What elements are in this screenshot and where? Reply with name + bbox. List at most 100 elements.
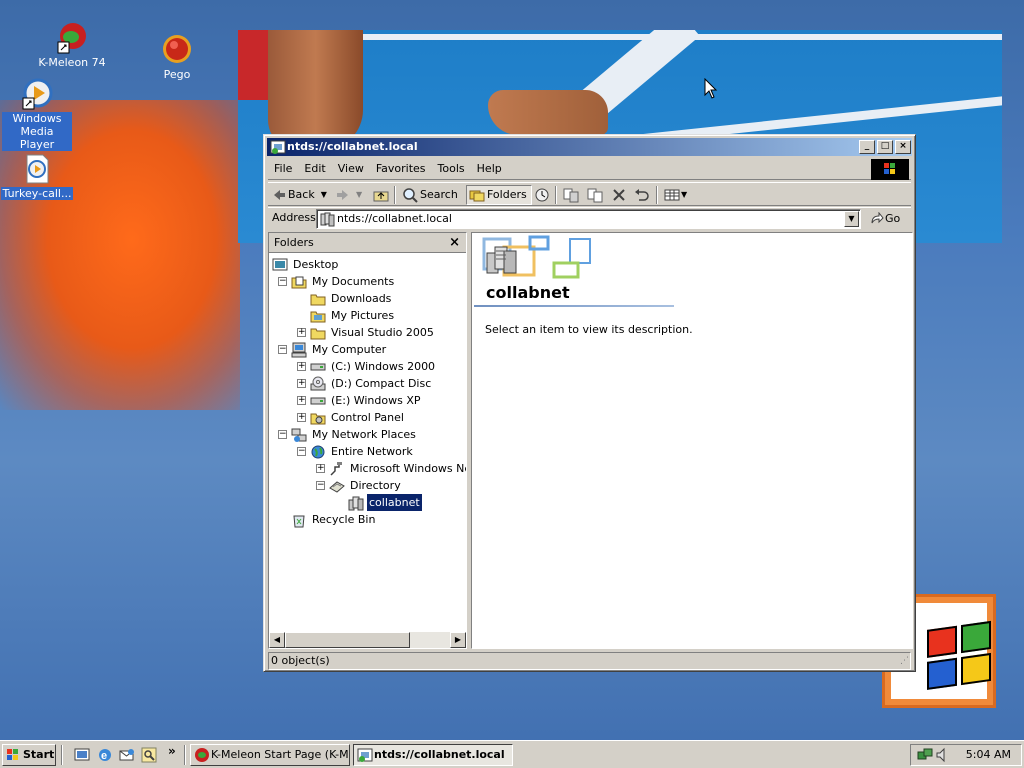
forward-dropdown-icon[interactable]: ▼ bbox=[356, 185, 362, 205]
scroll-left-button[interactable]: ◀ bbox=[269, 632, 285, 648]
folders-button[interactable]: Folders bbox=[466, 185, 532, 205]
tree-item-microsoft-windows-netw[interactable]: Microsoft Windows Netw bbox=[329, 460, 466, 477]
history-button[interactable] bbox=[534, 185, 550, 205]
scroll-right-button[interactable]: ▶ bbox=[450, 632, 466, 648]
tree-item-visual-studio-2005[interactable]: Visual Studio 2005 bbox=[310, 324, 436, 341]
search-quick-launch-icon[interactable] bbox=[141, 747, 157, 763]
task-button-k-meleon[interactable]: K-Meleon Start Page (K-M... bbox=[190, 744, 350, 766]
scroll-thumb[interactable] bbox=[285, 632, 410, 648]
collapse-icon[interactable]: − bbox=[297, 447, 306, 456]
address-bar: Address ntds://collabnet.local ▼ Go bbox=[268, 207, 911, 229]
window-app-icon bbox=[270, 139, 286, 155]
content-title-underline bbox=[474, 305, 674, 307]
desktop-icon-k-meleon[interactable]: K-Meleon 74 bbox=[34, 22, 110, 69]
desktop-icon-windows-media-player[interactable]: Windows Media Player bbox=[0, 78, 75, 151]
outlook-express-icon[interactable] bbox=[119, 747, 135, 763]
quick-launch-chevron[interactable]: » bbox=[168, 744, 176, 758]
up-folder-icon bbox=[373, 188, 389, 202]
expand-icon[interactable]: + bbox=[316, 464, 325, 473]
tree-item-d-compact-disc[interactable]: (D:) Compact Disc bbox=[310, 375, 433, 392]
views-dropdown-icon: ▼ bbox=[681, 190, 688, 199]
back-button[interactable]: Back ▼ bbox=[272, 185, 327, 205]
close-button[interactable]: × bbox=[895, 140, 911, 154]
tree-item-e-windows-xp[interactable]: (E:) Windows XP bbox=[310, 392, 423, 409]
search-button[interactable]: Search bbox=[402, 185, 458, 205]
show-desktop-icon[interactable] bbox=[74, 747, 90, 763]
taskbar-separator bbox=[184, 745, 186, 765]
copy-to-button[interactable] bbox=[587, 185, 603, 205]
pego-icon bbox=[161, 34, 193, 66]
address-value: ntds://collabnet.local bbox=[337, 212, 452, 225]
collapse-icon[interactable]: − bbox=[278, 430, 287, 439]
folders-pane-close-icon[interactable]: × bbox=[449, 233, 460, 253]
tree-item-my-network-places[interactable]: My Network Places bbox=[291, 426, 418, 443]
forward-button[interactable]: ▼ bbox=[336, 185, 362, 205]
maximize-button[interactable]: □ bbox=[877, 140, 893, 154]
tree-item-collabnet[interactable]: collabnet bbox=[348, 494, 422, 511]
expand-icon[interactable]: + bbox=[297, 379, 306, 388]
expand-icon[interactable]: + bbox=[297, 396, 306, 405]
minimize-button[interactable]: _ bbox=[859, 140, 875, 154]
move-to-icon bbox=[563, 187, 579, 203]
start-button[interactable]: Start bbox=[2, 744, 56, 766]
collapse-icon[interactable]: − bbox=[278, 277, 287, 286]
volume-tray-icon[interactable] bbox=[935, 747, 951, 763]
tree-item-entire-network[interactable]: Entire Network bbox=[310, 443, 415, 460]
tree-item-downloads[interactable]: Downloads bbox=[310, 290, 393, 307]
media-file-icon bbox=[21, 153, 53, 185]
desktop-icon-pego[interactable]: Pego bbox=[139, 34, 215, 81]
tree-item-my-pictures[interactable]: My Pictures bbox=[310, 307, 396, 324]
folder-tree: Desktop My Documents − Downloads My Pictures… bbox=[269, 254, 466, 631]
go-button[interactable]: Go bbox=[870, 209, 900, 229]
folders-label: Folders bbox=[487, 188, 527, 201]
folder-icon bbox=[310, 291, 326, 307]
system-tray: 5:04 AM bbox=[910, 744, 1022, 766]
svg-text:e: e bbox=[101, 750, 107, 762]
tree-item-c-windows-2000[interactable]: (C:) Windows 2000 bbox=[310, 358, 437, 375]
search-icon bbox=[402, 187, 418, 203]
desktop-icon-turkey-call[interactable]: Turkey-call... bbox=[0, 153, 75, 200]
window-title: ntds://collabnet.local bbox=[287, 140, 418, 153]
network-places-icon bbox=[291, 427, 307, 443]
network-tray-icon[interactable] bbox=[917, 747, 933, 763]
back-dropdown-icon[interactable]: ▼ bbox=[321, 185, 327, 205]
tree-item-control-panel[interactable]: Control Panel bbox=[310, 409, 406, 426]
views-button[interactable]: ▼ bbox=[664, 185, 687, 205]
tree-item-my-documents[interactable]: My Documents bbox=[291, 273, 396, 290]
tree-item-label: (D:) Compact Disc bbox=[331, 377, 432, 390]
menu-favorites[interactable]: Favorites bbox=[370, 158, 432, 180]
clock[interactable]: 5:04 AM bbox=[966, 745, 1011, 765]
expand-icon[interactable]: + bbox=[297, 413, 306, 422]
internet-explorer-icon[interactable]: e bbox=[97, 747, 113, 763]
content-pane: collabnet Select an item to view its des… bbox=[471, 232, 913, 649]
tree-item-directory[interactable]: Directory bbox=[329, 477, 403, 494]
menu-file[interactable]: File bbox=[268, 158, 298, 180]
resize-grip-icon[interactable]: ⋰ bbox=[900, 653, 909, 669]
menu-edit[interactable]: Edit bbox=[298, 158, 331, 180]
tree-item-my-computer[interactable]: My Computer bbox=[291, 341, 388, 358]
domain-large-icon bbox=[484, 241, 520, 277]
tree-item-desktop[interactable]: Desktop bbox=[272, 256, 340, 273]
horizontal-scrollbar[interactable]: ◀ ▶ bbox=[269, 632, 466, 648]
collapse-icon[interactable]: − bbox=[278, 345, 287, 354]
undo-button[interactable] bbox=[634, 185, 650, 205]
collapse-icon[interactable]: − bbox=[316, 481, 325, 490]
k-meleon-icon bbox=[56, 22, 88, 54]
my-computer-icon bbox=[291, 342, 307, 358]
menu-tools[interactable]: Tools bbox=[432, 158, 471, 180]
taskbar: Start e » K-Meleon Start Page (K-M... nt… bbox=[0, 740, 1024, 768]
tree-item-recycle-bin[interactable]: Recycle Bin bbox=[291, 511, 377, 528]
network-icon bbox=[329, 461, 345, 477]
menu-view[interactable]: View bbox=[332, 158, 370, 180]
up-folder-button[interactable] bbox=[373, 185, 389, 205]
expand-icon[interactable]: + bbox=[297, 362, 306, 371]
move-to-button[interactable] bbox=[563, 185, 579, 205]
title-bar[interactable]: ntds://collabnet.local _ □ × bbox=[267, 138, 912, 156]
expand-icon[interactable]: + bbox=[297, 328, 306, 337]
menu-help[interactable]: Help bbox=[471, 158, 508, 180]
address-dropdown-button[interactable]: ▼ bbox=[844, 211, 859, 227]
task-button-explorer[interactable]: ntds://collabnet.local bbox=[353, 744, 513, 766]
address-input[interactable]: ntds://collabnet.local ▼ bbox=[316, 209, 861, 229]
delete-button[interactable] bbox=[612, 185, 626, 205]
globe-icon bbox=[310, 444, 326, 460]
